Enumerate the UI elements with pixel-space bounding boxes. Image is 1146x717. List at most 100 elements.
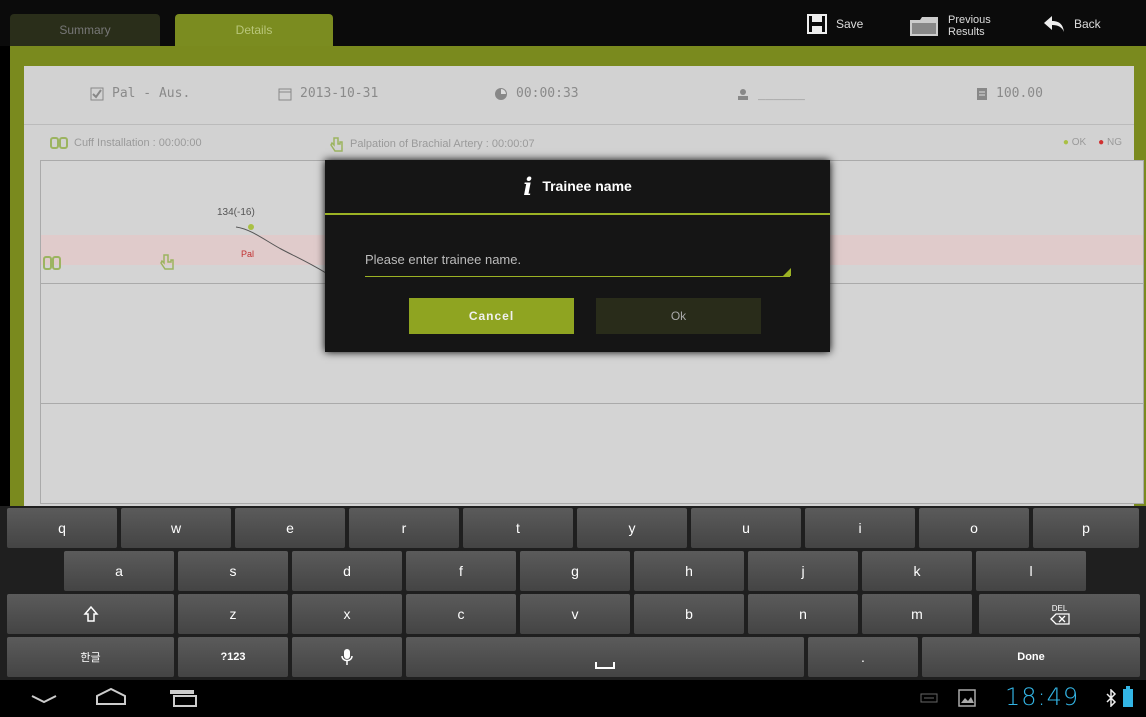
save-label: Save <box>836 17 864 31</box>
mode-info: Pal - Aus. <box>90 86 190 101</box>
key-f[interactable]: f <box>406 551 516 591</box>
ok-button[interactable]: Ok <box>596 298 761 334</box>
backspace-icon <box>1049 612 1070 625</box>
key-a[interactable]: a <box>64 551 174 591</box>
back-arrow-icon <box>1044 16 1064 32</box>
legend-ng: ● NG <box>1098 137 1122 148</box>
space-key[interactable] <box>406 637 804 677</box>
status-clock: 18:49 <box>1005 683 1080 711</box>
microphone-icon <box>341 649 353 665</box>
battery-icon <box>1123 686 1133 707</box>
system-nav-bar: 18:49 <box>0 680 1146 717</box>
dialog-title: Trainee name <box>542 178 632 194</box>
key-v[interactable]: v <box>520 594 630 634</box>
key-o[interactable]: o <box>919 508 1029 548</box>
user-value: ______ <box>758 86 805 101</box>
screenshot-icon <box>958 689 976 707</box>
dialog-title-bar: i Trainee name <box>325 160 830 212</box>
key-j[interactable]: j <box>748 551 858 591</box>
info-row: Pal - Aus. 2013-10-31 00:00:33 ______ 10… <box>24 66 1134 125</box>
key-h[interactable]: h <box>634 551 744 591</box>
clock-icon <box>495 87 507 100</box>
save-icon <box>807 14 827 34</box>
bluetooth-icon <box>1106 689 1117 707</box>
key-r[interactable]: r <box>349 508 459 548</box>
space-icon <box>595 662 615 669</box>
score-value: 100.00 <box>996 86 1043 101</box>
key-z[interactable]: z <box>178 594 288 634</box>
key-e[interactable]: e <box>235 508 345 548</box>
key-n[interactable]: n <box>748 594 858 634</box>
tab-summary[interactable]: Summary <box>10 14 160 46</box>
calendar-icon <box>278 88 292 100</box>
key-p[interactable]: p <box>1033 508 1139 548</box>
user-info: ______ <box>736 86 805 101</box>
microphone-key[interactable] <box>292 637 402 677</box>
palpation-label: Palpation of Brachial Artery : 00:00:07 <box>350 138 535 150</box>
checkbox-icon <box>90 87 104 100</box>
point-label: 134(-16) <box>217 207 255 218</box>
key-x[interactable]: x <box>292 594 402 634</box>
save-button[interactable]: Save <box>806 8 863 40</box>
elapsed-info: 00:00:33 <box>494 86 579 101</box>
date-value: 2013-10-31 <box>300 86 379 101</box>
key-l[interactable]: l <box>976 551 1086 591</box>
hide-keyboard-icon[interactable] <box>30 694 58 706</box>
language-key[interactable]: 한글 <box>7 637 174 677</box>
user-icon <box>738 88 748 100</box>
soft-keyboard: DEL 한글 ?123 . Done qwertyuiop asdfghjkl zx… <box>0 506 1146 680</box>
hand-marker-icon <box>160 254 174 270</box>
input-corner-mark <box>783 268 791 276</box>
date-info: 2013-10-31 <box>278 86 378 101</box>
procedure-row: Cuff Installation : 00:00:00 Palpation o… <box>24 126 1134 158</box>
grid-line <box>41 403 1143 404</box>
key-w[interactable]: w <box>121 508 231 548</box>
shift-key[interactable] <box>7 594 174 634</box>
key-g[interactable]: g <box>520 551 630 591</box>
hand-icon <box>330 137 343 152</box>
elapsed-value: 00:00:33 <box>516 86 579 101</box>
pal-label: Pal <box>241 249 255 259</box>
palpation-item: Palpation of Brachial Artery : 00:00:07 <box>330 136 535 152</box>
previous-label: Previous <box>948 14 991 26</box>
key-b[interactable]: b <box>634 594 744 634</box>
tab-details[interactable]: Details <box>175 14 333 46</box>
key-u[interactable]: u <box>691 508 801 548</box>
cuff-installation-item: Cuff Installation : 00:00:00 <box>50 136 202 150</box>
info-icon: i <box>523 171 533 201</box>
back-button[interactable]: Back <box>1042 8 1101 40</box>
key-s[interactable]: s <box>178 551 288 591</box>
score-info: 100.00 <box>976 86 1043 101</box>
key-k[interactable]: k <box>862 551 972 591</box>
trainee-name-input[interactable] <box>365 244 790 274</box>
keyboard-status-icon <box>920 693 938 703</box>
recent-apps-icon[interactable] <box>168 688 200 708</box>
legend-ok: ● OK <box>1062 137 1087 148</box>
legend: ● OK ● NG <box>1063 137 1122 148</box>
key-i[interactable]: i <box>805 508 915 548</box>
cuff-icon <box>50 137 68 149</box>
cuff-marker-icon <box>43 256 61 270</box>
shift-icon <box>82 605 99 622</box>
previous-results-button[interactable]: Previous Results <box>908 10 991 42</box>
delete-key[interactable]: DEL <box>979 594 1140 634</box>
symbols-key[interactable]: ?123 <box>178 637 288 677</box>
key-y[interactable]: y <box>577 508 687 548</box>
key-m[interactable]: m <box>862 594 972 634</box>
key-q[interactable]: q <box>7 508 117 548</box>
measurement-point <box>248 224 254 230</box>
home-icon[interactable] <box>94 686 128 708</box>
mode-value: Pal - Aus. <box>112 86 191 101</box>
pressure-curve <box>235 224 327 274</box>
cuff-installation-label: Cuff Installation : 00:00:00 <box>74 137 202 149</box>
cancel-button[interactable]: Cancel <box>409 298 574 334</box>
back-label: Back <box>1074 17 1101 31</box>
key-t[interactable]: t <box>463 508 573 548</box>
trainee-name-dialog: i Trainee name Cancel Ok <box>325 160 830 352</box>
done-key[interactable]: Done <box>922 637 1140 677</box>
period-key[interactable]: . <box>808 637 918 677</box>
key-c[interactable]: c <box>406 594 516 634</box>
key-d[interactable]: d <box>292 551 402 591</box>
results-label: Results <box>948 26 985 38</box>
dialog-divider <box>325 213 830 215</box>
